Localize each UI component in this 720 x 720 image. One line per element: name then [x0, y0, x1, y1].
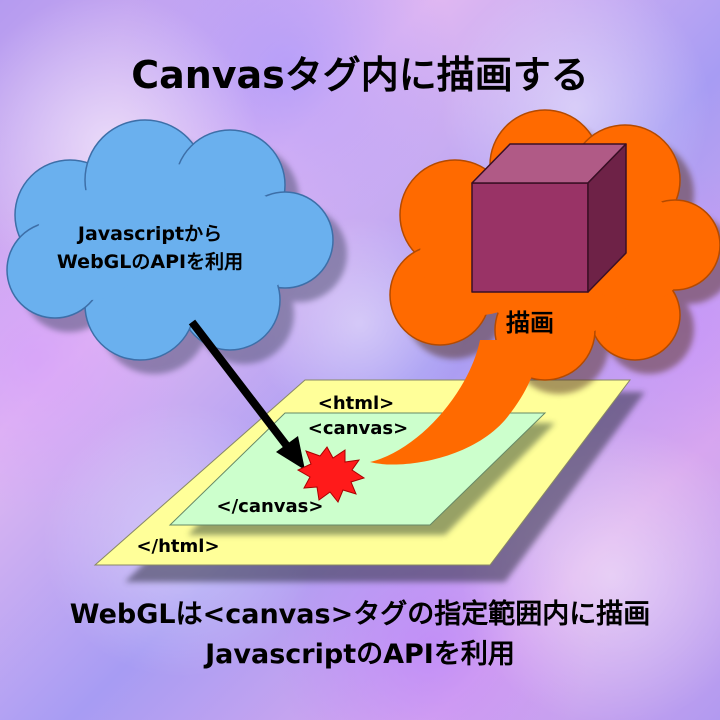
- blue-cloud-line1: Javascriptから: [76, 223, 222, 245]
- cube-icon: [471, 143, 627, 293]
- caption-line2: JavascriptのAPIを利用: [205, 639, 515, 670]
- html-open-tag: <html>: [318, 393, 395, 414]
- canvas-open-tag: <canvas>: [308, 418, 408, 439]
- orange-cloud-label: 描画: [506, 309, 554, 337]
- canvas-close-tag: </canvas>: [217, 496, 324, 517]
- diagram-canvas: Canvasタグ内に描画する Javascriptから WebGLのAPIを利用…: [0, 0, 720, 720]
- html-close-tag: </html>: [136, 536, 219, 557]
- caption-line1: WebGLは<canvas>タグの指定範囲内に描画: [69, 599, 651, 630]
- blue-cloud-line2: WebGLのAPIを利用: [57, 251, 243, 273]
